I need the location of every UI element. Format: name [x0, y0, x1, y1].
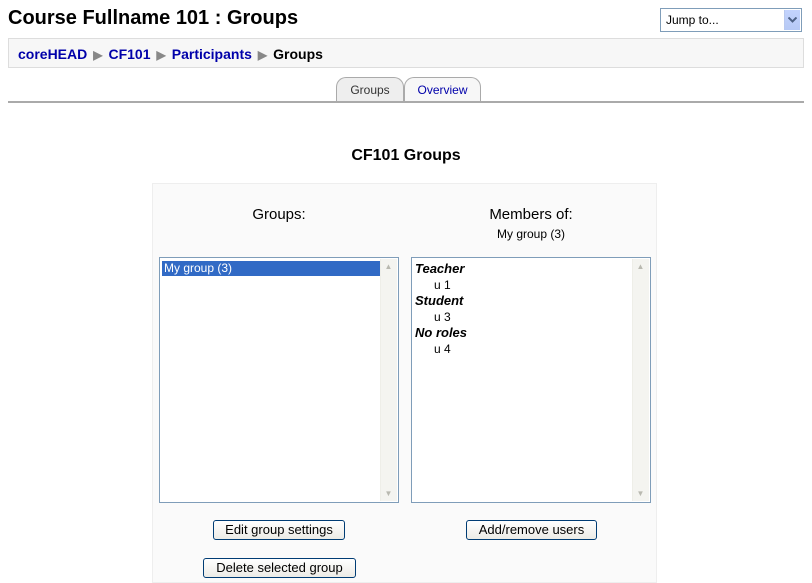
groups-column-title: Groups:: [252, 206, 306, 223]
breadcrumb: coreHEAD ▶ CF101 ▶ Participants ▶ Groups: [8, 38, 804, 68]
role-heading-student: Student: [415, 293, 464, 308]
members-column-title: Members of:: [489, 206, 573, 223]
scroll-up-icon[interactable]: ▲: [633, 259, 648, 274]
tab-overview[interactable]: Overview: [404, 77, 481, 101]
edit-group-settings-button[interactable]: Edit group settings: [213, 520, 345, 540]
tab-divider: [8, 101, 804, 103]
jump-to-value: Jump to...: [666, 13, 719, 27]
member-item[interactable]: u 1: [434, 277, 467, 293]
group-option-selected[interactable]: My group (3): [162, 261, 380, 276]
role-heading-no-roles: No roles: [415, 325, 468, 340]
add-remove-users-button[interactable]: Add/remove users: [466, 520, 597, 540]
section-heading: CF101 Groups: [351, 147, 461, 164]
member-item[interactable]: u 4: [434, 341, 467, 357]
breadcrumb-current: Groups: [273, 46, 323, 62]
jump-to-select[interactable]: Jump to...: [660, 8, 802, 32]
chevron-down-icon[interactable]: [784, 10, 800, 30]
breadcrumb-separator-icon: ▶: [257, 48, 268, 62]
members-column-subtitle: My group (3): [496, 227, 566, 241]
members-scrollbar[interactable]: ▲ ▼: [632, 259, 649, 501]
role-heading-teacher: Teacher: [415, 261, 465, 276]
groups-scrollbar[interactable]: ▲ ▼: [380, 259, 397, 501]
scroll-up-icon[interactable]: ▲: [381, 259, 396, 274]
breadcrumb-separator-icon: ▶: [93, 48, 103, 62]
scroll-down-icon[interactable]: ▼: [633, 486, 648, 501]
members-listbox[interactable]: Teacher u 1 Student u 3 No roles u 4 ▲ ▼: [411, 257, 651, 503]
groups-listbox[interactable]: My group (3) ▲ ▼: [159, 257, 399, 503]
breadcrumb-separator-icon: ▶: [156, 48, 166, 62]
delete-selected-group-button[interactable]: Delete selected group: [203, 558, 356, 578]
breadcrumb-cf101[interactable]: CF101: [108, 46, 150, 62]
page-title: Course Fullname 101 : Groups: [8, 7, 299, 29]
member-item[interactable]: u 3: [434, 309, 467, 325]
breadcrumb-corehead[interactable]: coreHEAD: [18, 46, 87, 62]
breadcrumb-participants[interactable]: Participants: [172, 46, 252, 62]
tab-groups[interactable]: Groups: [336, 77, 404, 101]
scroll-down-icon[interactable]: ▼: [381, 486, 396, 501]
